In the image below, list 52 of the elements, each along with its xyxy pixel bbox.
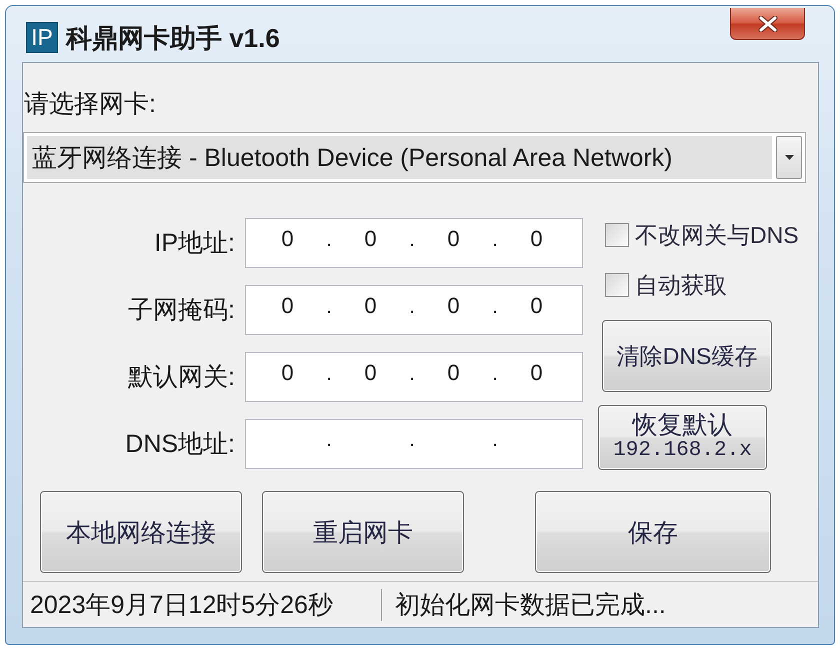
checkbox-label[interactable]: 不改网关与DNS	[635, 220, 799, 250]
app-icon: IP	[26, 22, 58, 53]
action-button[interactable]: 保存	[535, 491, 771, 573]
adapter-label: 请选择网卡:	[23, 89, 156, 119]
checkbox[interactable]	[605, 223, 629, 247]
selected-option: 蓝牙网络连接 - Bluetooth Device (Personal Area Network)	[27, 136, 772, 179]
close-icon	[756, 16, 778, 32]
dot-separator: .	[492, 428, 498, 453]
octet-value: 0	[364, 359, 377, 387]
octet-value: 0	[364, 292, 377, 320]
status-message: 初始化网卡数据已完成...	[395, 590, 666, 621]
dot-separator: .	[492, 228, 498, 253]
dot-separator: .	[492, 362, 498, 387]
field-label: IP地址:	[153, 228, 235, 258]
clear-dns-button[interactable]: 清除DNS缓存	[602, 320, 772, 392]
dot-separator: .	[492, 295, 498, 320]
address-field[interactable]: 0 . 0 . 0 . 0	[245, 352, 583, 402]
octet-value: 0	[530, 292, 543, 320]
address-field[interactable]: 0 . 0 . 0 . 0	[245, 218, 583, 268]
dot-separator: .	[326, 362, 332, 387]
window-title: 科鼎网卡助手 v1.6	[66, 22, 280, 54]
octet-value: 0	[530, 359, 543, 387]
status-time: 2023年9月7日12时5分26秒	[29, 590, 334, 621]
action-button[interactable]: 重启网卡	[262, 491, 464, 573]
dot-separator: .	[326, 428, 332, 453]
octet-value: 0	[447, 292, 460, 320]
dot-separator: .	[409, 428, 415, 453]
field-label: DNS地址:	[124, 429, 235, 459]
checkbox-label[interactable]: 自动获取	[635, 270, 727, 300]
octet-value: 0	[364, 225, 377, 253]
action-button[interactable]: 本地网络连接	[40, 491, 242, 573]
field-label: 默认网关:	[127, 362, 235, 392]
dot-separator: .	[326, 228, 332, 253]
dot-separator: .	[409, 295, 415, 320]
checkbox[interactable]	[605, 273, 629, 297]
octet-value: 0	[530, 225, 543, 253]
address-field[interactable]: 0 . 0 . 0 . 0	[245, 285, 583, 335]
caret-icon	[784, 155, 794, 160]
dot-separator: .	[409, 228, 415, 253]
octet-value: 0	[447, 359, 460, 387]
octet-value: 0	[281, 359, 294, 387]
dot-separator: .	[326, 295, 332, 320]
adapter-dropdown[interactable]: 蓝牙网络连接 - Bluetooth Device (Personal Area Network)	[23, 132, 806, 183]
dot-separator: .	[409, 362, 415, 387]
address-field[interactable]: . . .	[245, 419, 583, 469]
dropdown-button[interactable]	[776, 136, 802, 179]
octet-value: 0	[447, 225, 460, 253]
close-button[interactable]	[730, 8, 805, 40]
restore-default-button[interactable]: 恢复默认 192.168.2.x	[598, 405, 767, 470]
octet-value: 0	[281, 225, 294, 253]
octet-value: 0	[281, 292, 294, 320]
field-label: 子网掩码:	[127, 295, 235, 325]
